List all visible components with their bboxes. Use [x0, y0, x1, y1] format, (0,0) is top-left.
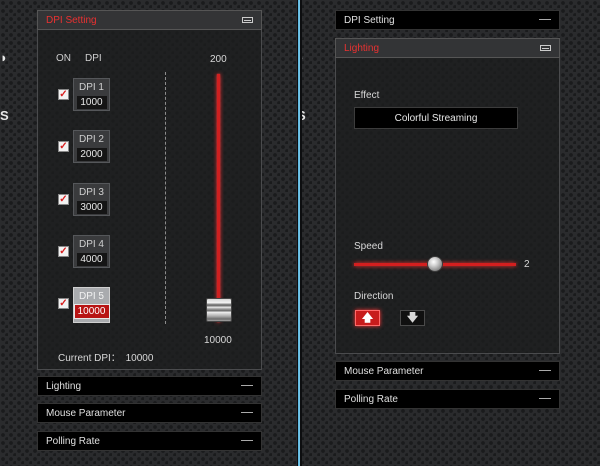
speed-slider-knob[interactable]: [427, 256, 443, 272]
dpi-column-header: DPI: [85, 53, 102, 64]
mouse-parameter-title: Mouse Parameter: [46, 407, 126, 419]
dpi-4-value[interactable]: 4000: [76, 253, 107, 266]
current-dpi-label: Current DPI： 10000: [58, 349, 153, 364]
dpi-setting-header[interactable]: DPI Setting: [335, 10, 560, 30]
dpi-slider-track[interactable]: [217, 74, 220, 322]
dpi-2-label: DPI 2: [78, 134, 104, 145]
left-pane: ◗ S DPI Setting ON DPI ✓ DPI 1 1000 ✓ DP…: [0, 0, 297, 466]
lighting-title: Lighting: [46, 380, 82, 392]
dpi-3-value[interactable]: 3000: [76, 201, 107, 214]
mouse-parameter-header[interactable]: Mouse Parameter: [335, 361, 560, 381]
current-dpi-caption: Current DPI：: [58, 353, 121, 364]
polling-rate-header[interactable]: Polling Rate: [37, 431, 262, 451]
speed-value: 2: [524, 259, 530, 270]
polling-rate-title: Polling Rate: [46, 435, 100, 447]
dpi-1-value[interactable]: 1000: [76, 96, 107, 109]
dpi-2-value[interactable]: 2000: [76, 148, 107, 161]
arrow-up-icon: 🡅: [361, 311, 374, 324]
dpi-3-button[interactable]: DPI 3 3000: [73, 183, 110, 216]
collapse-icon[interactable]: [241, 385, 253, 391]
dpi-4-label: DPI 4: [78, 239, 104, 250]
logo-fragment-icon: ◗: [302, 50, 305, 65]
dpi-5-button[interactable]: DPI 5 10000: [73, 287, 110, 323]
collapse-icon[interactable]: [539, 370, 551, 376]
dpi-1-button[interactable]: DPI 1 1000: [73, 78, 110, 111]
direction-label: Direction: [354, 291, 394, 302]
lighting-panel: Effect Colorful Streaming Speed 2 Direct…: [335, 58, 560, 354]
dpi-setting-title: DPI Setting: [344, 14, 395, 26]
dpi-slider-thumb[interactable]: [206, 298, 232, 322]
dpi-setting-header[interactable]: DPI Setting: [37, 10, 262, 30]
dpi-5-label: DPI 5: [78, 291, 104, 302]
collapse-icon[interactable]: [540, 45, 551, 51]
collapse-icon[interactable]: [539, 19, 551, 25]
collapse-icon[interactable]: [242, 17, 253, 23]
dpi-3-label: DPI 3: [78, 187, 104, 198]
polling-rate-title: Polling Rate: [344, 393, 398, 405]
dpi-5-checkbox[interactable]: ✓: [58, 298, 69, 309]
dpi-setting-panel: ON DPI ✓ DPI 1 1000 ✓ DPI 2 2000 ✓ DPI 3…: [37, 30, 262, 370]
dpi-4-button[interactable]: DPI 4 4000: [73, 235, 110, 268]
dpi-1-label: DPI 1: [78, 82, 104, 93]
right-pane: ◗ S DPI Setting Lighting Effect Colorful…: [302, 0, 600, 466]
effect-value: Colorful Streaming: [394, 112, 478, 124]
dpi-1-checkbox[interactable]: ✓: [58, 89, 69, 100]
direction-down-button[interactable]: 🡇: [400, 310, 425, 326]
current-dpi-value: 10000: [125, 353, 154, 364]
collapse-icon[interactable]: [241, 412, 253, 418]
mouse-parameter-title: Mouse Parameter: [344, 365, 424, 377]
logo-fragment-letter: S: [0, 108, 9, 123]
lighting-header[interactable]: Lighting: [37, 376, 262, 396]
dpi-divider-line: [165, 72, 166, 324]
on-column-header: ON: [56, 53, 71, 64]
dpi-4-checkbox[interactable]: ✓: [58, 246, 69, 257]
collapse-icon[interactable]: [241, 440, 253, 446]
collapse-icon[interactable]: [539, 398, 551, 404]
logo-fragment-letter: S: [302, 108, 306, 123]
mouse-parameter-header[interactable]: Mouse Parameter: [37, 403, 262, 423]
dpi-slider-bottom-label: 10000: [204, 335, 232, 346]
polling-rate-header[interactable]: Polling Rate: [335, 389, 560, 409]
lighting-header[interactable]: Lighting: [335, 38, 560, 58]
arrow-down-icon: 🡇: [406, 311, 419, 324]
effect-label: Effect: [354, 90, 380, 101]
speed-label: Speed: [354, 241, 383, 252]
dpi-setting-title: DPI Setting: [46, 14, 97, 26]
effect-select[interactable]: Colorful Streaming: [354, 107, 518, 129]
dpi-3-checkbox[interactable]: ✓: [58, 194, 69, 205]
logo-fragment-icon: ◗: [0, 50, 8, 65]
lighting-title: Lighting: [344, 42, 380, 54]
dpi-2-checkbox[interactable]: ✓: [58, 141, 69, 152]
dpi-slider-top-label: 200: [210, 54, 227, 65]
dpi-5-value[interactable]: 10000: [73, 304, 110, 319]
direction-up-button[interactable]: 🡅: [355, 310, 380, 326]
dpi-2-button[interactable]: DPI 2 2000: [73, 130, 110, 163]
